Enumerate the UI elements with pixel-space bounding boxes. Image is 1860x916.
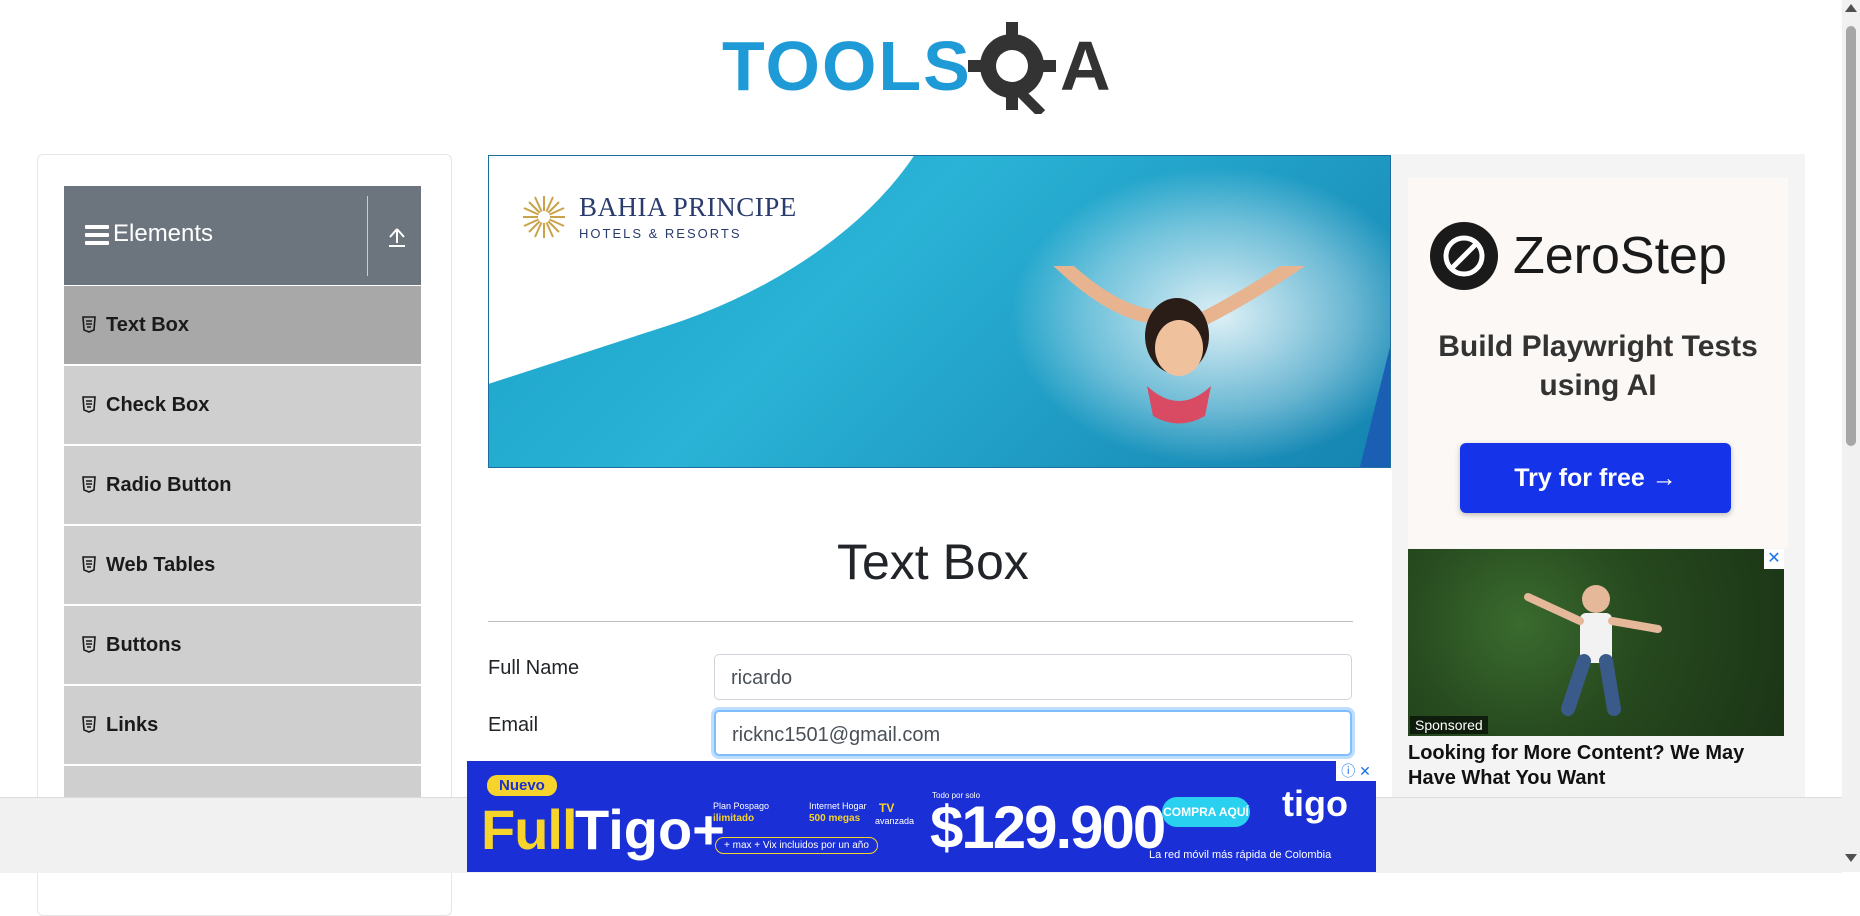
menu-item-label: Web Tables	[106, 554, 216, 576]
zerostep-logo-icon	[1430, 222, 1498, 290]
ad-close-icon[interactable]: ⓘ ✕	[1336, 761, 1376, 781]
email-input[interactable]: ricknc1501@gmail.com	[714, 710, 1352, 756]
elements-group-header[interactable]: Elements	[64, 186, 421, 285]
tigo-price: $129.900	[930, 794, 1166, 861]
swimmer-image	[1053, 266, 1306, 424]
sponsored-headline-link[interactable]: Looking for More Content? We May Have Wh…	[1408, 741, 1788, 791]
full-name-label: Full Name	[488, 657, 580, 679]
tigo-full-text: Full	[481, 798, 578, 861]
tigo-nuevo-badge: Nuevo	[487, 775, 557, 796]
tigo-internet-line2: 500 megas	[809, 813, 861, 824]
zerostep-headline: Build Playwright Tests using AI	[1438, 330, 1758, 402]
full-name-input[interactable]: ricardo	[714, 654, 1352, 700]
try-for-free-button[interactable]: Try for free →	[1460, 443, 1731, 513]
menu-item-label: Buttons	[106, 634, 182, 656]
menu-item-web-tables[interactable]: Web Tables	[64, 526, 421, 604]
menu-item-buttons[interactable]: Buttons	[64, 606, 421, 684]
tigo-logo: tigo	[1282, 783, 1348, 824]
menu-item-radio-button[interactable]: Radio Button	[64, 446, 421, 524]
title-divider	[488, 621, 1353, 622]
group-title: Elements	[113, 220, 214, 247]
tigo-compra-button[interactable]: COMPRA AQUÍ	[1162, 797, 1250, 827]
toolsqa-logo[interactable]: TOOLS A	[722, 18, 1124, 114]
menu-item-label: Radio Button	[106, 474, 232, 496]
tigo-plan-line2: ilimitado	[713, 813, 755, 824]
html5-icon	[82, 556, 96, 573]
tigo-tagline: La red móvil más rápida de Colombia	[1149, 849, 1332, 861]
header-divider	[367, 196, 368, 276]
scroll-up-arrow-icon[interactable]	[1845, 4, 1857, 12]
menu-item-check-box[interactable]: Check Box	[64, 366, 421, 444]
tigo-tv-line1: TV	[879, 801, 895, 815]
html5-icon	[82, 396, 96, 413]
menu-item-label: Links	[106, 714, 159, 736]
html5-icon	[82, 716, 96, 733]
jumping-man-image	[1524, 585, 1662, 716]
tigo-ad[interactable]: Nuevo Full Tigo+ Plan Pospago ilimitado …	[467, 761, 1376, 872]
logo-a-text: A	[1060, 27, 1111, 105]
scroll-down-arrow-icon[interactable]	[1845, 854, 1857, 862]
gear-icon	[968, 22, 1056, 114]
html5-icon	[82, 476, 96, 493]
banner-corner	[1360, 347, 1390, 467]
sun-logo-icon	[523, 196, 565, 238]
menu-icon	[85, 225, 109, 245]
html5-icon	[82, 316, 96, 333]
menu-item-links[interactable]: Links	[64, 686, 421, 764]
ad-close-icon[interactable]: ✕	[1764, 549, 1784, 569]
tigo-plus-text: Tigo+	[575, 798, 725, 861]
menu-item-text-box[interactable]: Text Box	[64, 286, 421, 364]
tigo-plan-line1: Plan Pospago	[713, 801, 770, 811]
banner-brand-sub: HOTELS & RESORTS	[579, 226, 742, 241]
logo-tools-text: TOOLS	[722, 27, 972, 105]
elements-menu: Text Box Check Box Radio Button Web Tabl…	[64, 286, 421, 846]
sponsored-badge: Sponsored	[1410, 716, 1488, 734]
zerostep-brand: ZeroStep	[1513, 227, 1727, 285]
tigo-tv-line2: avanzada	[875, 816, 915, 826]
tigo-internet-line1: Internet Hogar	[809, 801, 867, 811]
scrollbar-thumb[interactable]	[1846, 26, 1856, 446]
menu-item-label: Text Box	[106, 314, 189, 336]
banner-ad[interactable]: BAHIA PRINCIPE HOTELS & RESORTS	[488, 155, 1391, 468]
email-label: Email	[488, 714, 539, 736]
tigo-extras: + max + Vix incluidos por un año	[715, 837, 878, 854]
collapse-arrow-icon[interactable]	[387, 226, 407, 248]
sponsored-image[interactable]: ✕ Sponsored	[1408, 549, 1784, 736]
banner-brand-name: BAHIA PRINCIPE	[579, 192, 797, 222]
menu-item-label: Check Box	[106, 394, 210, 416]
html5-icon	[82, 636, 96, 653]
page-title: Text Box	[837, 534, 1029, 590]
